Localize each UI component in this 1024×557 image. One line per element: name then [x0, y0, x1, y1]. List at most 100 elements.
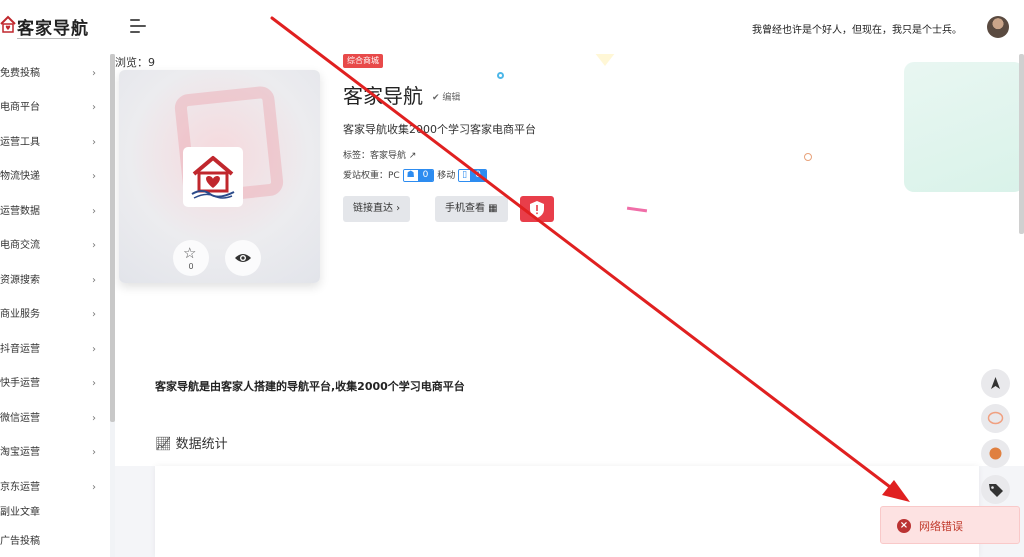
verified-icon: ✔ [432, 93, 443, 103]
favorite-button[interactable]: ☆ 0 [173, 240, 209, 276]
sidebar-item[interactable]: 资源搜索 › [0, 271, 100, 291]
sidebar-item-label: 副业文章 [0, 507, 40, 518]
sidebar-item-label: 物流快递 [0, 171, 40, 182]
sidebar-item-label: 免费投稿 [0, 68, 40, 79]
theme-button[interactable] [981, 439, 1010, 468]
mobile-weight-badge[interactable]: ▯ 0 [458, 169, 487, 182]
pc-weight-badge[interactable]: ☗ 0 [402, 169, 435, 182]
site-title: 客家导航 [343, 84, 423, 108]
chevron-right-icon: › [393, 203, 401, 214]
stats-panel [155, 466, 979, 557]
decorative-line [626, 206, 648, 213]
tags-button[interactable] [981, 475, 1010, 504]
user-motto: 我曾经也许是个好人，但现在，我只是个士兵。 [752, 25, 962, 36]
chat-button[interactable] [981, 404, 1010, 433]
favorite-count: 0 [188, 262, 194, 271]
site-intro: 客家导航是由客家人搭建的导航平台,收集2000个学习电商平台 [155, 380, 465, 393]
top-header: 客家导航 我曾经也许是个好人，但现在，我只是个士兵。 [0, 0, 1024, 54]
chevron-right-icon: › [92, 102, 96, 113]
sidebar-item-label: 运营工具 [0, 137, 40, 148]
sidebar-item[interactable]: 商业服务 › [0, 305, 100, 325]
view-button[interactable] [225, 240, 261, 276]
eye-icon [235, 254, 251, 262]
star-icon: ☆ [183, 244, 197, 262]
sidebar-item[interactable]: 电商平台 › [0, 98, 100, 118]
decorative-triangle [591, 54, 619, 66]
sidebar-item-label: 京东运营 [0, 482, 40, 493]
chevron-right-icon: › [92, 206, 96, 217]
decorative-circle [497, 72, 504, 79]
site-detail-main: 浏览：9 ☆ 0 综合商城 客家导航 ✔ 编辑 客家导航收集2000个学习客家电… [115, 54, 1024, 557]
stats-heading-label: 数据统计 [175, 437, 228, 452]
category-tag[interactable]: 综合商城 [343, 54, 383, 68]
sidebar-item-label: 广告投稿 [0, 536, 40, 547]
stats-heading: 📈︎ 数据统计 [155, 433, 228, 452]
toast-message: 网络错误 [919, 520, 963, 533]
sidebar-item[interactable]: 抖音运营 › [0, 340, 100, 360]
close-circle-icon: × [897, 519, 911, 533]
ball-icon [989, 447, 1002, 460]
visit-link-button[interactable]: 链接直达 › [343, 196, 411, 222]
chat-bubble-icon [987, 411, 1004, 425]
logo-underline [17, 38, 79, 39]
paw-icon: ☗ [403, 170, 418, 181]
sidebar-item-label: 电商交流 [0, 240, 40, 251]
sidebar-item[interactable]: 快手运营 › [0, 374, 100, 394]
user-avatar[interactable] [987, 16, 1009, 38]
sidebar-item[interactable]: 淘宝运营 › [0, 443, 100, 463]
sidebar-item[interactable]: 电商交流 › [0, 236, 100, 256]
visit-link-label: 链接直达 [353, 203, 393, 214]
report-button[interactable] [520, 196, 554, 222]
edit-label: 编辑 [442, 93, 461, 103]
decorative-circle [804, 153, 812, 161]
sidebar-item-label: 微信运营 [0, 413, 40, 424]
chevron-right-icon: › [92, 309, 96, 320]
weight-label: 爱站权重：PC [343, 171, 400, 181]
house-heart-icon [0, 15, 16, 33]
mobile-view-label: 手机查看 [445, 203, 485, 214]
page-scrollbar[interactable] [1019, 54, 1024, 234]
mobile-weight-value: 0 [470, 170, 486, 181]
view-count: 浏览：9 [115, 56, 155, 69]
sidebar-item-label: 资源搜索 [0, 275, 40, 286]
pc-weight-value: 0 [417, 170, 434, 181]
sidebar-item-label: 电商平台 [0, 102, 40, 113]
site-weight-row: 爱站权重：PC ☗ 0 移动 ▯ 0 [343, 169, 487, 183]
sidebar-item[interactable]: 运营数据 › [0, 202, 100, 222]
chevron-right-icon: › [92, 482, 96, 493]
back-to-top-button[interactable] [981, 369, 1010, 398]
sidebar-item[interactable]: 微信运营 › [0, 409, 100, 429]
sidebar-item-label: 淘宝运营 [0, 447, 40, 458]
line-chart-icon: 📈︎ [155, 437, 176, 452]
error-toast: × 网络错误 [880, 506, 1020, 544]
sidebar-item-label: 抖音运营 [0, 344, 40, 355]
menu-toggle-icon[interactable] [130, 19, 148, 35]
mobile-icon: ▯ [459, 170, 471, 181]
chevron-right-icon: › [92, 344, 96, 355]
sidebar-item[interactable]: 广告投稿 [0, 532, 100, 552]
sidebar-item[interactable]: 运营工具 › [0, 133, 100, 153]
mobile-weight-label: 移动 [437, 171, 456, 181]
sidebar-item-label: 快手运营 [0, 378, 40, 389]
sidebar-item[interactable]: 物流快递 › [0, 167, 100, 187]
external-link-icon: ↗ [406, 151, 417, 161]
site-logo-image [183, 147, 243, 207]
chevron-right-icon: › [92, 240, 96, 251]
chevron-right-icon: › [92, 378, 96, 389]
site-thumbnail-card: ☆ 0 [119, 70, 320, 283]
chevron-right-icon: › [92, 275, 96, 286]
arrow-up-icon [991, 377, 1000, 389]
sidebar-item[interactable]: 京东运营 › [0, 478, 100, 498]
edit-link[interactable]: ✔ 编辑 [432, 90, 460, 103]
site-tags[interactable]: 标签：客家导航 ↗ [343, 148, 416, 161]
sidebar-item[interactable]: 免费投稿 › [0, 64, 100, 84]
site-logo[interactable]: 客家导航 [0, 10, 88, 44]
mobile-view-button[interactable]: 手机查看 ▦ [435, 196, 508, 222]
tags-label: 标签：客家导航 [343, 151, 407, 161]
sidebar-item[interactable]: 副业文章 [0, 503, 100, 523]
sidebar-nav: 免费投稿 › 电商平台 › 运营工具 › 物流快递 › 运营数据 › 电商交流 › 资源搜索… [0, 54, 110, 557]
chevron-right-icon: › [92, 413, 96, 424]
sidebar-item-label: 运营数据 [0, 206, 40, 217]
sidebar-item-label: 商业服务 [0, 309, 40, 320]
logo-text: 客家导航 [17, 19, 89, 39]
